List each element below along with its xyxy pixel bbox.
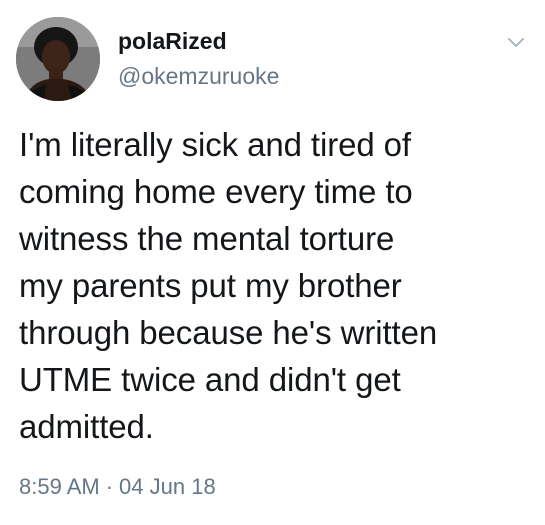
avatar[interactable]	[16, 17, 100, 101]
separator-dot: ·	[105, 474, 114, 499]
username-handle[interactable]: @okemzuruoke	[118, 63, 279, 90]
chevron-down-icon[interactable]	[504, 30, 528, 54]
tweet-date: 04 Jun 18	[119, 474, 216, 499]
tweet-time: 8:59 AM	[19, 474, 100, 499]
tweet-text: I'm literally sick and tired of coming h…	[19, 126, 438, 445]
tweet-card: polaRized @okemzuruoke I'm literally sic…	[0, 0, 545, 525]
tweet-timestamp[interactable]: 8:59 AM · 04 Jun 18	[19, 474, 216, 500]
profile-photo-icon	[16, 17, 100, 101]
display-name[interactable]: polaRized	[118, 28, 227, 55]
